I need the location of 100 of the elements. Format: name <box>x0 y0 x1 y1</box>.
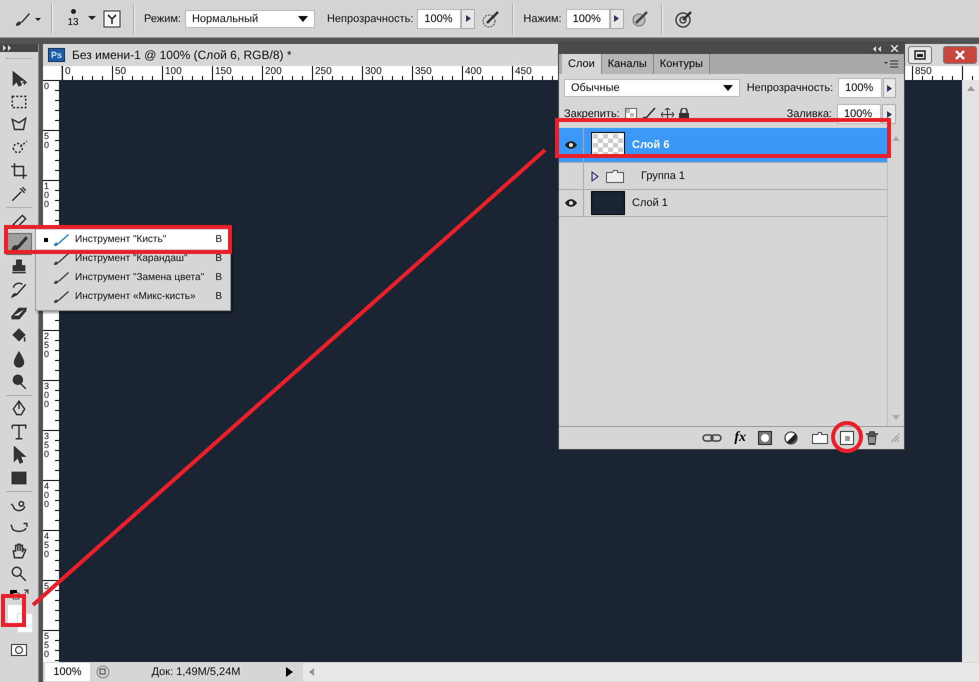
ruler-label: 300 <box>44 382 50 409</box>
resize-grip-icon[interactable] <box>890 433 900 443</box>
ruler-label: 300 <box>364 66 383 79</box>
play-arrow-icon <box>466 15 471 22</box>
lock-icon[interactable] <box>678 108 689 120</box>
bullet-icon <box>44 238 48 242</box>
hand-icon <box>10 542 28 560</box>
folder-icon <box>606 170 624 182</box>
ruler-label: 250 <box>314 66 333 79</box>
ruler-label: 450 <box>514 66 533 79</box>
ruler-label: 550 <box>44 632 50 659</box>
mask-icon[interactable] <box>758 431 772 445</box>
history-brush-icon <box>10 281 28 299</box>
mixer-brush-icon <box>52 288 72 304</box>
opacity-slider-button[interactable] <box>461 8 476 28</box>
pen-pressure-icon <box>630 8 650 28</box>
trash-icon[interactable] <box>866 431 878 445</box>
target-icon <box>674 8 694 28</box>
menu-item[interactable]: Инструмент "Карандаш" B <box>36 249 230 268</box>
eyedropper-icon <box>10 185 28 203</box>
lock-label: Закрепить: <box>564 108 620 120</box>
close-icon <box>891 45 898 52</box>
quick-mask-button[interactable] <box>11 644 27 659</box>
ruler-label: 0 <box>44 82 50 91</box>
move-icon[interactable] <box>660 108 674 120</box>
crop-icon <box>10 162 28 180</box>
checkerboard-icon[interactable] <box>624 108 637 120</box>
dodge-icon <box>10 373 28 391</box>
menu-item[interactable]: Инструмент "Замена цвета" B <box>36 268 230 287</box>
ruler-label: 850 <box>914 66 933 79</box>
ruler-label: 0 <box>64 66 72 79</box>
text-icon <box>10 423 28 441</box>
ruler-label: 200 <box>264 66 283 79</box>
mode-dropdown[interactable]: Нормальный <box>184 10 315 28</box>
ruler-label: 400 <box>464 66 483 79</box>
ruler-label: 250 <box>44 332 50 359</box>
menu-item[interactable]: Инструмент «Микс-кисть» B <box>36 287 230 306</box>
ruler-label: 100 <box>164 66 183 79</box>
scroll-up-icon <box>966 86 974 91</box>
collapse-icon <box>873 46 883 52</box>
opacity-label: Непрозрачность: <box>746 82 834 94</box>
zoom-icon <box>10 565 28 583</box>
ruler-label: 450 <box>44 532 50 559</box>
panel-tab[interactable]: Контуры <box>654 54 710 74</box>
opacity-label: Непрозрачность: <box>326 12 414 24</box>
scroll-up-icon <box>892 136 900 141</box>
app-badge: Ps <box>48 48 66 62</box>
link-icon[interactable] <box>702 433 722 443</box>
play-arrow-icon <box>887 84 892 92</box>
opacity-slider-button[interactable] <box>883 78 896 98</box>
expand-arrow-icon[interactable] <box>591 170 599 182</box>
ruler-label: 50 <box>114 66 128 79</box>
document-info: Док: 1,49M/5,24M <box>150 666 242 678</box>
panel-tab[interactable]: Слои <box>562 54 602 74</box>
menu-item[interactable]: Инструмент "Кисть" B <box>36 230 230 249</box>
new-layer-icon[interactable] <box>840 431 854 445</box>
move-icon <box>10 70 28 88</box>
layer-style-button[interactable]: fx <box>734 430 746 446</box>
layer-row[interactable]: Группа 1 <box>559 163 887 190</box>
mode-label: Режим: <box>144 12 181 24</box>
rectangle-icon <box>10 469 28 487</box>
eye-icon <box>564 140 578 150</box>
preview-icon <box>96 665 110 679</box>
vertical-scrollbar[interactable] <box>962 80 979 662</box>
restore-button[interactable] <box>908 46 932 64</box>
blend-mode-dropdown[interactable]: Обычные <box>564 79 740 97</box>
airbrush-icon <box>481 8 502 28</box>
document-title: Без имени-1 @ 100% (Слой 6, RGB/8) * <box>72 48 292 62</box>
close-icon <box>954 50 966 60</box>
brush-icon[interactable] <box>642 107 656 121</box>
stamp-icon <box>10 258 28 276</box>
folder-icon[interactable] <box>812 432 828 444</box>
adjustment-icon[interactable] <box>784 431 800 445</box>
brush-icon <box>10 235 28 253</box>
panel-menu-icon <box>884 60 898 68</box>
layer-row[interactable]: Слой 1 <box>559 190 887 217</box>
layer-thumbnail <box>591 191 625 215</box>
brush-icon <box>52 232 72 248</box>
play-arrow-icon <box>614 15 620 22</box>
panel-tab[interactable]: Каналы <box>602 54 654 74</box>
fill-label: Заливка: <box>786 108 832 120</box>
highlight-frame <box>1 594 26 627</box>
brush-panel-icon <box>103 10 121 28</box>
ruler-label: 350 <box>44 432 50 459</box>
layer-opacity-field[interactable]: 100% <box>838 78 882 98</box>
horizontal-scrollbar[interactable] <box>303 663 979 681</box>
brush-size-button[interactable]: 13 <box>62 9 84 28</box>
pressure-slider-button[interactable] <box>610 8 624 28</box>
close-button[interactable] <box>943 46 977 64</box>
play-arrow-icon <box>286 667 293 677</box>
pressure-label: Нажим: <box>523 12 562 24</box>
play-arrow-icon <box>886 110 892 118</box>
pressure-field[interactable]: 100% <box>566 8 610 28</box>
zoom-field[interactable]: 100% <box>45 663 90 681</box>
opacity-field[interactable]: 100% <box>417 8 462 28</box>
ruler-label: 400 <box>44 482 50 509</box>
ruler-label: 50 <box>44 132 50 150</box>
eye-icon <box>564 198 578 208</box>
ruler-label: 150 <box>214 66 233 79</box>
dropdown-arrow-icon <box>722 85 733 91</box>
